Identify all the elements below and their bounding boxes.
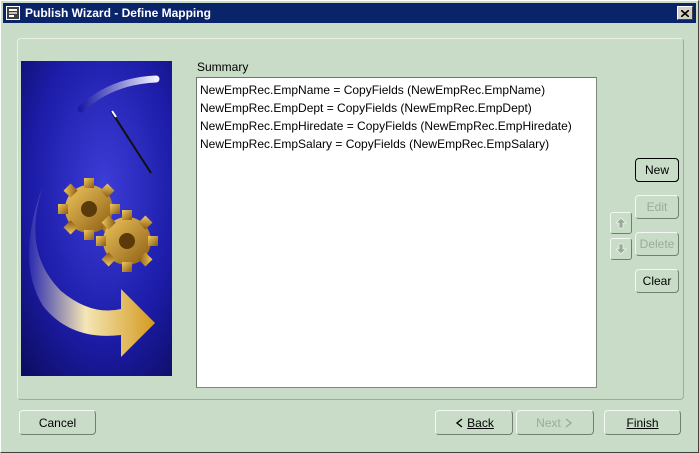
arrow-up-icon (615, 217, 627, 229)
list-item[interactable]: NewEmpRec.EmpHiredate = CopyFields (NewE… (200, 117, 593, 135)
new-button[interactable]: New (635, 158, 679, 182)
finish-button-label: Finish (626, 415, 659, 430)
title-bar: Publish Wizard - Define Mapping (3, 3, 696, 23)
finish-button[interactable]: Finish (604, 410, 681, 435)
edit-button[interactable]: Edit (635, 195, 679, 219)
summary-label: Summary (197, 60, 249, 74)
window-title: Publish Wizard - Define Mapping (25, 6, 211, 20)
next-button-label: Next (536, 415, 561, 430)
cancel-button[interactable]: Cancel (19, 410, 96, 435)
back-button[interactable]: Back (435, 410, 513, 435)
close-button[interactable] (677, 6, 693, 20)
summary-list[interactable]: NewEmpRec.EmpName = CopyFields (NewEmpRe… (196, 77, 597, 388)
list-item[interactable]: NewEmpRec.EmpSalary = CopyFields (NewEmp… (200, 135, 593, 153)
publish-wizard-window: Publish Wizard - Define Mapping Summary … (0, 0, 699, 453)
arrow-down-icon (615, 243, 627, 255)
move-up-button[interactable] (610, 212, 632, 234)
app-icon (6, 6, 20, 20)
delete-button[interactable]: Delete (635, 232, 679, 256)
back-button-label: Back (467, 415, 494, 430)
close-icon (681, 9, 689, 17)
list-item[interactable]: NewEmpRec.EmpDept = CopyFields (NewEmpRe… (200, 99, 593, 117)
clear-button[interactable]: Clear (635, 269, 679, 293)
next-button[interactable]: Next (516, 410, 594, 435)
chevron-right-icon (565, 417, 572, 428)
chevron-left-icon (456, 417, 463, 428)
gears-wizard-graphic (21, 61, 172, 376)
list-item[interactable]: NewEmpRec.EmpName = CopyFields (NewEmpRe… (200, 81, 593, 99)
move-down-button[interactable] (610, 238, 632, 260)
